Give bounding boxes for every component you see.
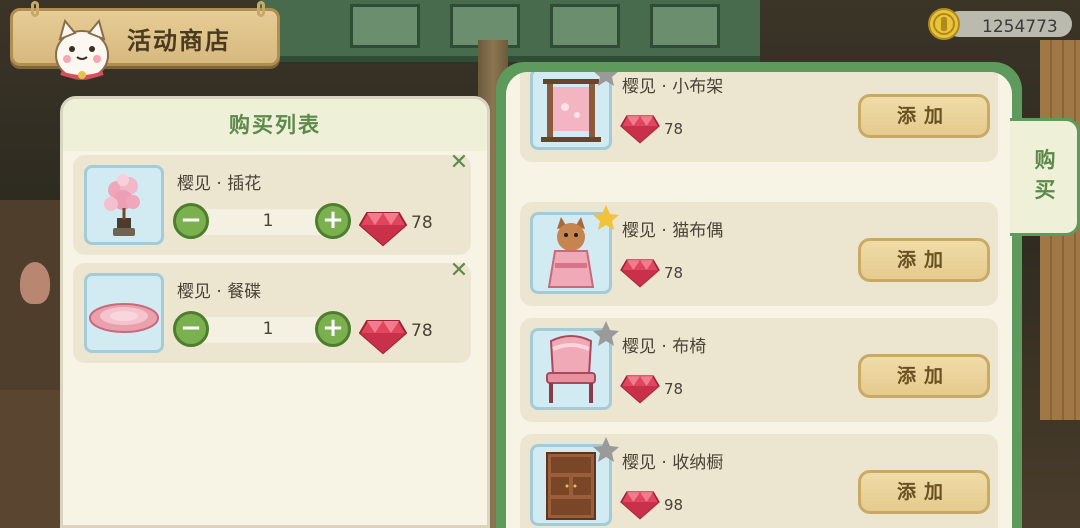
gem-icon xyxy=(620,491,660,520)
currency-bar: 1254773 xyxy=(946,11,1072,37)
remove-item-button[interactable]: ✕ xyxy=(447,151,471,175)
decrease-quantity-button[interactable]: − xyxy=(173,203,209,239)
shop-item-thumbnail xyxy=(530,437,619,526)
increase-quantity-button[interactable]: + xyxy=(315,203,351,239)
star-icon xyxy=(593,205,619,230)
background-crate xyxy=(0,390,60,528)
background-window xyxy=(550,4,620,48)
shop-item: 樱见 · 猫布偶 78 添加 xyxy=(520,202,998,306)
cart-item-name: 樱见 · 插花 xyxy=(177,174,262,194)
background-window xyxy=(350,4,420,48)
shop-item-thumbnail xyxy=(530,72,618,150)
cart-title: 购买列表 xyxy=(229,113,321,137)
shop-item: 樱见 · 小布架 78 添加 xyxy=(520,72,998,162)
quantity-value: 1 xyxy=(262,211,274,231)
gem-icon xyxy=(359,212,407,247)
star-icon xyxy=(594,72,618,86)
lucky-cat-icon xyxy=(55,18,109,80)
shop-item-name: 樱见 · 小布架 xyxy=(622,77,724,97)
shop-title: 活动商店 xyxy=(127,27,231,55)
cart-item-thumbnail xyxy=(84,273,164,353)
gem-icon xyxy=(620,375,660,404)
gold-coin-icon xyxy=(928,8,960,40)
shop-title-plaque: 活动商店 xyxy=(10,1,280,80)
shop-item-thumbnail xyxy=(530,205,619,294)
background-beam xyxy=(260,0,760,62)
shop-item-name: 樱见 · 猫布偶 xyxy=(622,221,724,241)
currency-display: 1254773 xyxy=(928,8,1072,40)
shop-item-name: 樱见 · 布椅 xyxy=(622,337,707,357)
background-vase xyxy=(20,262,50,304)
star-icon xyxy=(593,321,619,346)
plaque-rope xyxy=(31,1,39,17)
remove-item-button[interactable]: ✕ xyxy=(447,259,471,283)
cart-header: 购买列表 xyxy=(63,99,487,151)
gem-icon xyxy=(359,320,407,355)
shop-item-price: 78 xyxy=(664,264,684,282)
increase-quantity-button[interactable]: + xyxy=(315,311,351,347)
cart-item: 樱见 · 餐碟 ✕ − 1 + 78 xyxy=(73,259,471,363)
shop-item-price: 78 xyxy=(664,120,684,138)
tab-buy[interactable]: 购买 xyxy=(1010,118,1080,236)
shop-item-name: 樱见 · 收纳橱 xyxy=(622,453,724,473)
tab-buy-label: 购买 xyxy=(1034,148,1056,202)
background-window xyxy=(650,4,720,48)
cart-item-thumbnail xyxy=(84,165,164,245)
plate-icon xyxy=(89,303,159,333)
flower-arrangement-icon xyxy=(104,174,140,236)
shop-item-thumbnail xyxy=(530,321,619,410)
add-to-cart-button[interactable]: 添加 xyxy=(858,470,990,514)
cart-item-price: 78 xyxy=(411,321,433,341)
currency-amount: 1254773 xyxy=(982,17,1058,37)
cart-item-price: 78 xyxy=(411,213,433,233)
cart-panel: 购买列表 樱见 · 插花 ✕ − 1 + 78 樱见 · 餐碟 ✕ − 1 + … xyxy=(60,96,490,528)
shop-item-price: 78 xyxy=(664,380,684,398)
add-to-cart-button[interactable]: 添加 xyxy=(858,238,990,282)
shop-panel[interactable]: 樱见 · 小布架 78 添加 樱见 · 猫布偶 78 添加 樱见 · 布椅 78… xyxy=(506,72,1012,528)
add-to-cart-button[interactable]: 添加 xyxy=(858,354,990,398)
plaque-rope xyxy=(257,1,265,17)
add-to-cart-button[interactable]: 添加 xyxy=(858,94,990,138)
cart-item: 樱见 · 插花 ✕ − 1 + 78 xyxy=(73,151,471,255)
quantity-value: 1 xyxy=(262,319,274,339)
decrease-quantity-button[interactable]: − xyxy=(173,311,209,347)
gem-icon xyxy=(620,259,660,288)
shop-item-price: 98 xyxy=(664,496,684,514)
cart-item-name: 樱见 · 餐碟 xyxy=(177,282,262,302)
star-icon xyxy=(593,437,619,462)
shop-item: 樱见 · 布椅 78 添加 xyxy=(520,318,998,422)
gem-icon xyxy=(620,115,660,144)
shop-item: 樱见 · 收纳橱 98 添加 xyxy=(520,434,998,528)
